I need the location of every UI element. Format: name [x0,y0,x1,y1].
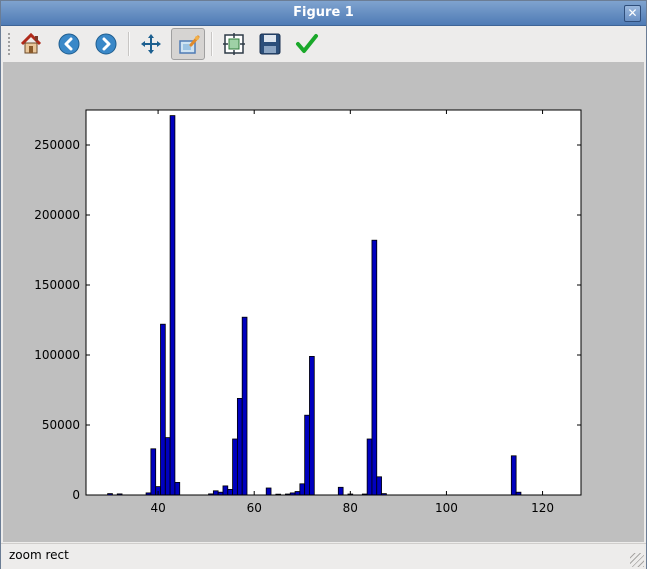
y-tick-label: 100000 [34,348,80,362]
zoom-button[interactable] [171,28,205,60]
x-tick-label: 60 [247,501,262,515]
histogram-bar [232,438,238,496]
save-button[interactable] [253,28,287,60]
y-tick-label: 50000 [42,418,80,432]
y-tick-label: 0 [72,488,80,502]
histogram-bar [304,414,310,496]
navigation-toolbar [1,26,646,62]
x-tick-label: 100 [435,501,458,515]
zoom-icon [179,35,200,54]
home-icon [20,32,42,54]
title-bar[interactable]: Figure 1 ✕ [1,1,646,26]
x-tick-label: 80 [343,501,358,515]
histogram-bar [150,448,157,496]
back-button[interactable] [52,28,86,60]
histogram-bar [241,316,248,496]
figure-canvas[interactable]: 40 60 80 100 120 0 50000 100000 150000 200000 2500… [3,62,644,542]
forward-button[interactable] [89,28,123,60]
histogram-bar [376,476,382,496]
histogram-bar [337,486,344,496]
y-tick-label: 200000 [34,208,80,222]
window-title: Figure 1 [293,5,354,20]
histogram-bar [366,438,373,496]
histogram-bar [294,491,301,496]
status-bar: zoom rect [1,543,646,569]
back-icon [58,33,80,55]
histogram-bar [236,397,243,496]
histogram-bar [371,239,378,496]
histogram-bar [309,355,315,496]
resize-grip[interactable] [630,553,644,567]
histogram-bar [160,323,166,496]
pan-button[interactable] [134,28,168,60]
toolbar-separator [211,32,213,56]
histogram-bar [212,490,219,496]
histogram-bar [222,485,229,496]
y-tick-label: 150000 [34,278,80,292]
toolbar-grip[interactable] [7,32,11,56]
status-message: zoom rect [9,548,69,562]
y-tick-label: 250000 [34,138,80,152]
histogram-bar [265,487,272,496]
figure-window: Figure 1 ✕ 40 60 80 100 120 0 50000 1000… [0,0,647,569]
home-button[interactable] [14,28,48,60]
apply-icon [296,34,318,53]
histogram-bar [227,488,233,496]
subplots-button[interactable] [217,28,251,60]
x-tick-label: 40 [150,501,165,515]
close-button[interactable]: ✕ [624,5,641,22]
x-tick-label: 120 [531,501,554,515]
histogram-bar [174,481,181,496]
apply-button[interactable] [290,28,324,60]
bar-chart[interactable]: 40 60 80 100 120 0 50000 100000 150000 200000 2500… [3,62,644,542]
histogram-bar [299,483,306,496]
forward-icon [95,33,117,55]
histogram-bar [169,115,176,496]
save-icon [259,33,281,55]
toolbar-separator [128,32,130,56]
histogram-bar [164,437,171,496]
histogram-bar [510,455,517,496]
subplots-icon [223,33,245,55]
pan-icon [141,34,161,54]
